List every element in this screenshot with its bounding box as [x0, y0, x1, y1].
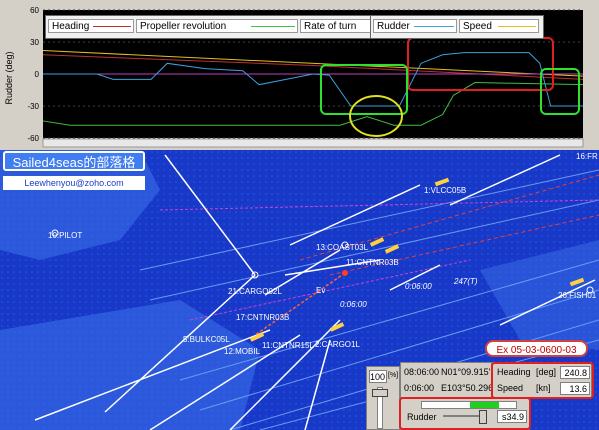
throttle-value: 100 — [369, 370, 387, 383]
legend-swatch — [93, 26, 131, 27]
vessel-label: 26:FISH01 — [558, 291, 597, 300]
vessel-label: 12:MOBIL — [224, 347, 261, 356]
vessel-label: 1:VLCC05B — [424, 186, 467, 195]
clock-time: 08:06:00 — [404, 367, 440, 377]
y-tick-label: 60 — [30, 6, 39, 15]
blog-email: Leewhenyou@zoho.com — [3, 176, 145, 190]
time-label: 0:06:00 — [405, 282, 432, 291]
vessel-label: 17:CNTNR03B — [236, 313, 290, 322]
legend-item-heading[interactable]: Heading — [48, 19, 134, 33]
chart-scrollbar[interactable] — [42, 138, 584, 148]
chart-legend-2: Rudder Speed — [370, 15, 544, 39]
blog-title-banner: Sailed4seas的部落格 — [3, 151, 145, 171]
vessel-label: 13:COAST03L — [316, 243, 369, 252]
vessel-label: 16:FR — [576, 152, 598, 161]
legend-item-speed[interactable]: Speed — [459, 19, 539, 33]
throttle-slider-handle[interactable] — [372, 389, 388, 397]
heading-speed-highlight — [491, 362, 594, 399]
y-tick-label: 0 — [35, 70, 40, 79]
y-tick-label: -60 — [27, 134, 39, 143]
y-tick-label: -30 — [27, 102, 39, 111]
y-tick-labels: 60 30 0 -30 -60 — [27, 6, 39, 143]
vessel-label: 21:CARGO02L — [228, 287, 282, 296]
exercise-label: Ex 05-03-0600-03 — [485, 340, 588, 357]
latitude: N01°09.915' — [441, 367, 491, 377]
bearing-label: 247(T) — [454, 277, 478, 286]
y-tick-label: 30 — [30, 38, 39, 47]
vessel-label: 11:CNTNR15L — [262, 341, 314, 350]
throttle-unit: [%] — [388, 372, 399, 379]
position-time-panel: 08:06:00 0:06:00 N01°09.915' E103°50.296… — [400, 362, 495, 398]
vessel-label: 5:BULKC05L — [183, 335, 230, 344]
vessel-label: 11:CNTNR03B — [346, 258, 399, 267]
legend-item-rudder[interactable]: Rudder — [373, 19, 457, 33]
legend-swatch — [414, 26, 454, 27]
y-axis-label: Rudder (deg) — [4, 51, 14, 104]
vessel-label: 2:CARGO1L — [315, 340, 360, 349]
rudder-highlight — [399, 397, 531, 430]
legend-swatch — [251, 26, 295, 27]
legend-swatch — [498, 26, 536, 27]
trend-chart-panel: 60 30 0 -30 -60 Rudder (deg) Heading Propell… — [0, 0, 599, 150]
throttle-panel: 100 [%] — [366, 366, 400, 430]
time-label: 0:06:00 — [340, 300, 367, 309]
vessel-label: Ev — [316, 286, 326, 295]
vessel-label: 10:PILOT — [48, 231, 83, 240]
longitude: E103°50.296' — [441, 383, 495, 393]
elapsed-time: 0:06:00 — [404, 383, 435, 393]
legend-item-propeller[interactable]: Propeller revolution — [136, 19, 298, 33]
